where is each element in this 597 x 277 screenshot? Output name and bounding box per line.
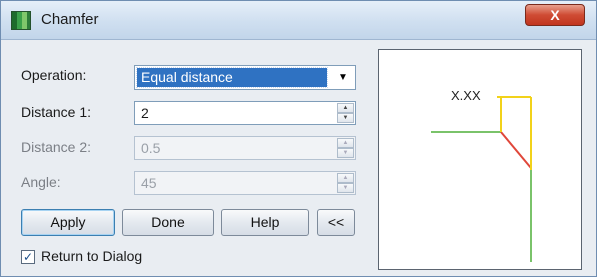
chevron-down-icon[interactable]: ▼ [333, 68, 353, 87]
angle-down-icon[interactable]: ▼ [337, 183, 354, 193]
app-icon [11, 11, 31, 30]
operation-dropdown[interactable]: Equal distance ▼ [134, 65, 356, 90]
distance2-down-icon[interactable]: ▼ [337, 148, 354, 158]
return-to-dialog-checkbox[interactable]: ✓ [21, 250, 35, 264]
done-button[interactable]: Done [122, 209, 214, 236]
operation-label-text: Operation: [21, 67, 87, 83]
distance2-up-icon[interactable]: ▲ [337, 138, 354, 148]
preview-chamfer-edge [500, 131, 532, 169]
distance2-label: Distance 2: [21, 139, 92, 155]
chamfer-preview-graphic: X.XX [431, 88, 532, 262]
chamfer-preview: X.XX [378, 49, 582, 270]
distance2-field[interactable]: 0.5 ▲ ▼ [134, 136, 356, 160]
distance1-label: Distance 1: [21, 104, 92, 120]
distance1-field[interactable]: 2 ▲ ▼ [134, 101, 356, 125]
operation-label: Operation: [21, 67, 86, 83]
distance1-value[interactable]: 2 [141, 105, 149, 121]
angle-label: Angle: [21, 174, 61, 190]
angle-field[interactable]: 45 ▲ ▼ [134, 171, 356, 195]
window-title: Chamfer [41, 11, 99, 28]
apply-button[interactable]: Apply [21, 209, 115, 236]
angle-up-icon[interactable]: ▲ [337, 173, 354, 183]
angle-value[interactable]: 45 [141, 175, 157, 191]
close-button[interactable]: X [525, 4, 585, 26]
title-bar[interactable]: Chamfer X [1, 1, 596, 40]
distance1-up-icon[interactable]: ▲ [337, 103, 354, 113]
distance2-value[interactable]: 0.5 [141, 140, 160, 156]
distance1-down-icon[interactable]: ▼ [337, 113, 354, 123]
chamfer-dialog: Chamfer X Operation: Equal distance ▼ Di… [0, 0, 597, 277]
help-button[interactable]: Help [221, 209, 309, 236]
collapse-button[interactable]: << [317, 209, 355, 236]
preview-dimension-label: X.XX [451, 88, 481, 103]
operation-selected-value: Equal distance [136, 67, 328, 88]
return-to-dialog-label[interactable]: Return to Dialog [41, 248, 142, 264]
